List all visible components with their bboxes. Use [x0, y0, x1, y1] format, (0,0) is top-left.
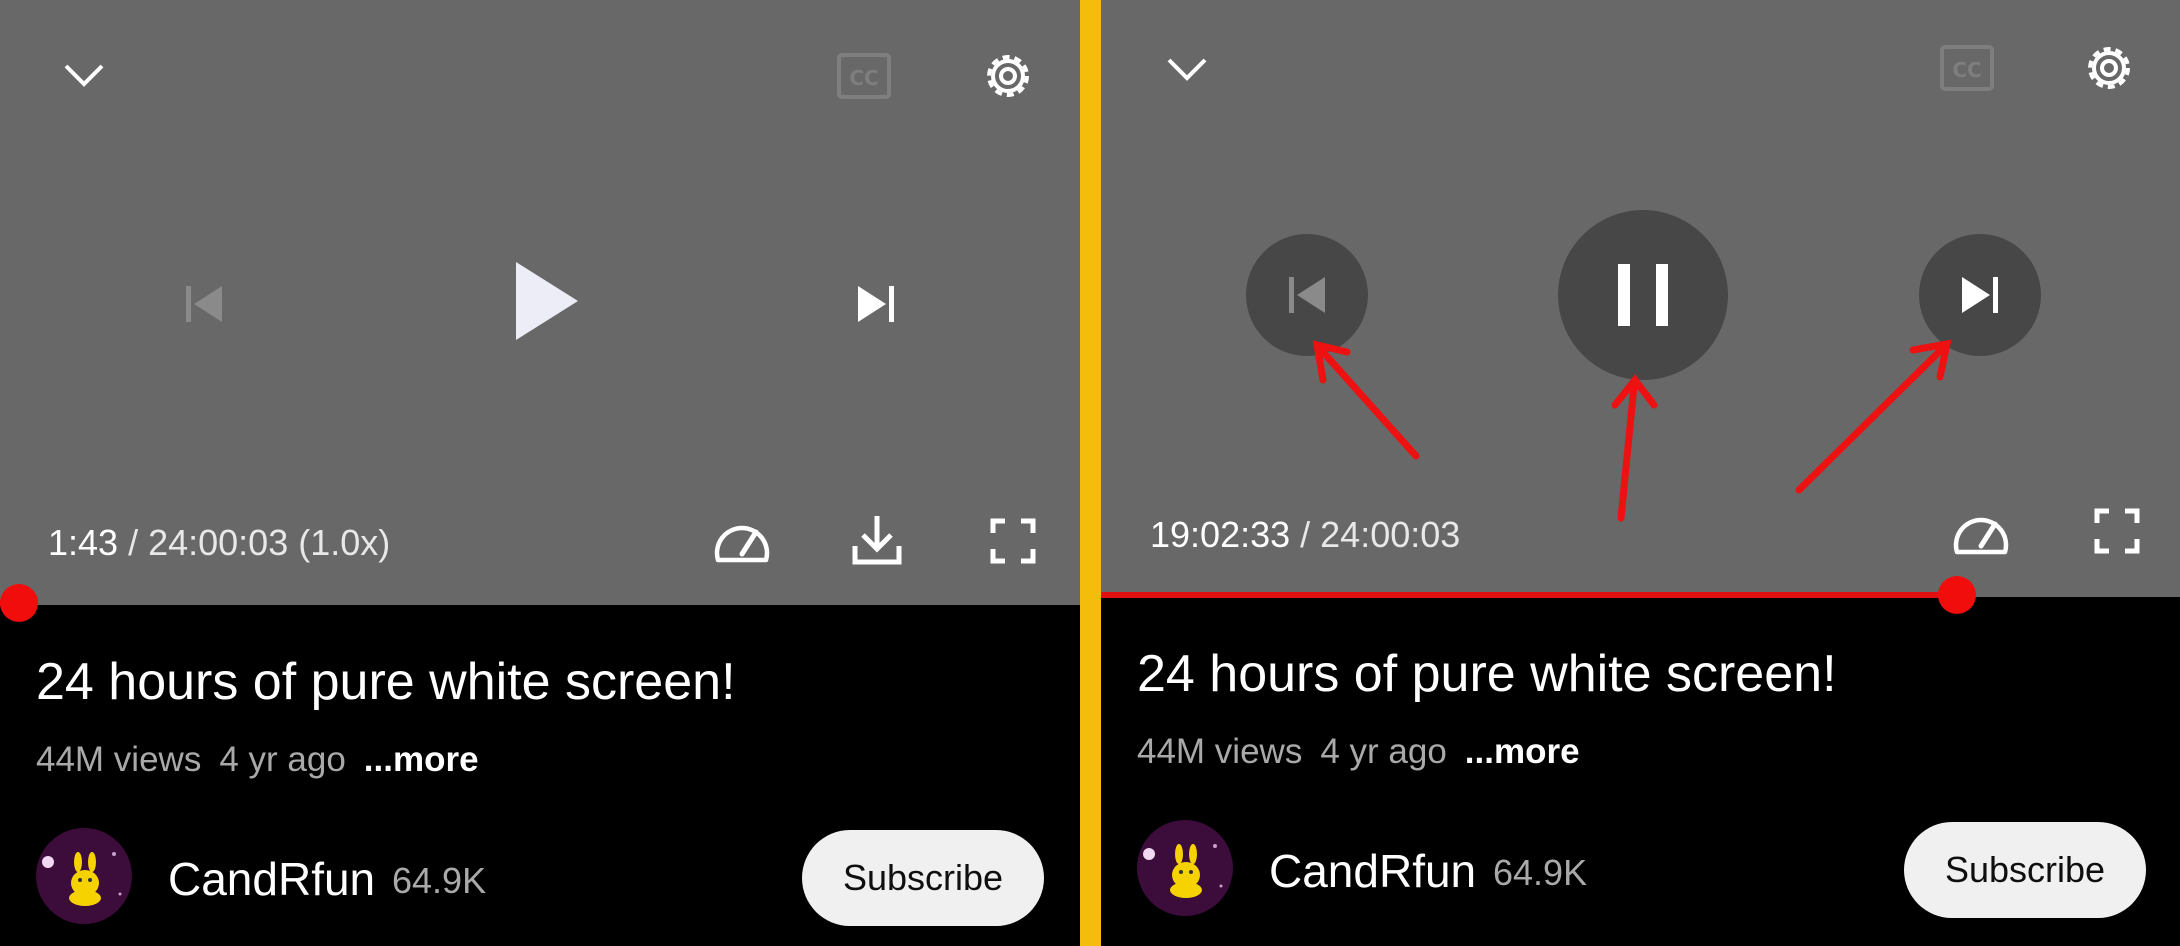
more-link[interactable]: ...more — [364, 740, 479, 779]
fullscreen-icon[interactable] — [2094, 508, 2140, 554]
progress-played — [1101, 592, 1957, 598]
next-icon — [1959, 274, 2001, 316]
progress-scrubber[interactable] — [0, 584, 38, 622]
svg-text:CC: CC — [1952, 58, 1981, 82]
video-player[interactable]: CC 1:43 / 24:00:03 (1.0x) — [0, 0, 1080, 605]
upload-age: 4 yr ago — [1320, 732, 1447, 771]
playback-time: 19:02:33 / 24:00:03 — [1150, 514, 1461, 555]
more-link[interactable]: ...more — [1465, 732, 1580, 771]
view-count: 44M views — [1137, 732, 1303, 771]
video-title: 24 hours of pure white screen! — [36, 653, 736, 711]
channel-avatar[interactable] — [36, 828, 132, 924]
pause-icon — [1614, 262, 1672, 328]
fullscreen-icon[interactable] — [990, 518, 1036, 564]
channel-avatar[interactable] — [1137, 820, 1233, 916]
gear-icon[interactable] — [978, 46, 1038, 106]
channel-name[interactable]: CandRfun — [168, 852, 375, 906]
previous-icon[interactable] — [182, 282, 226, 326]
right-screenshot: CC 19:02:33 / 24:00:03 24 hours of pure … — [1101, 0, 2180, 946]
progress-bar[interactable] — [1101, 592, 2180, 598]
total-duration: 24:00:03 — [1320, 514, 1461, 555]
cc-icon[interactable]: CC — [836, 52, 892, 100]
subscriber-count: 64.9K — [1493, 852, 1588, 893]
speed-icon[interactable] — [1951, 506, 2011, 560]
current-time: 1:43 — [48, 522, 119, 563]
previous-icon — [1286, 274, 1328, 316]
progress-bar[interactable] — [0, 600, 1080, 606]
video-metadata: 44M views 4 yr ago ...more — [1137, 732, 1598, 772]
total-duration: 24:00:03 (1.0x) — [148, 522, 391, 563]
view-count: 44M views — [36, 740, 202, 779]
upload-age: 4 yr ago — [219, 740, 346, 779]
previous-button[interactable] — [1246, 234, 1368, 356]
chevron-down-icon[interactable] — [1163, 52, 1211, 86]
current-time: 19:02:33 — [1150, 514, 1291, 555]
subscriber-count: 64.9K — [392, 860, 487, 901]
channel-name[interactable]: CandRfun — [1269, 844, 1476, 898]
speed-icon[interactable] — [712, 514, 772, 568]
left-screenshot: CC 1:43 / 24:00:03 (1.0x) 24 hours of pu — [0, 0, 1080, 946]
chevron-down-icon[interactable] — [60, 58, 108, 92]
playback-time: 1:43 / 24:00:03 (1.0x) — [48, 522, 391, 563]
video-title: 24 hours of pure white screen! — [1137, 645, 1837, 703]
progress-scrubber[interactable] — [1938, 576, 1976, 614]
next-icon[interactable] — [854, 282, 898, 326]
pause-button[interactable] — [1558, 210, 1728, 380]
download-icon[interactable] — [850, 512, 904, 568]
subscribe-button[interactable]: Subscribe — [1904, 822, 2146, 918]
video-player[interactable]: CC 19:02:33 / 24:00:03 — [1101, 0, 2180, 597]
cc-icon[interactable]: CC — [1939, 44, 1995, 92]
gear-icon[interactable] — [2079, 38, 2139, 98]
subscribe-button[interactable]: Subscribe — [802, 830, 1044, 926]
video-metadata: 44M views 4 yr ago ...more — [36, 740, 497, 780]
svg-text:CC: CC — [849, 66, 878, 90]
play-icon[interactable] — [512, 258, 582, 344]
next-button[interactable] — [1919, 234, 2041, 356]
